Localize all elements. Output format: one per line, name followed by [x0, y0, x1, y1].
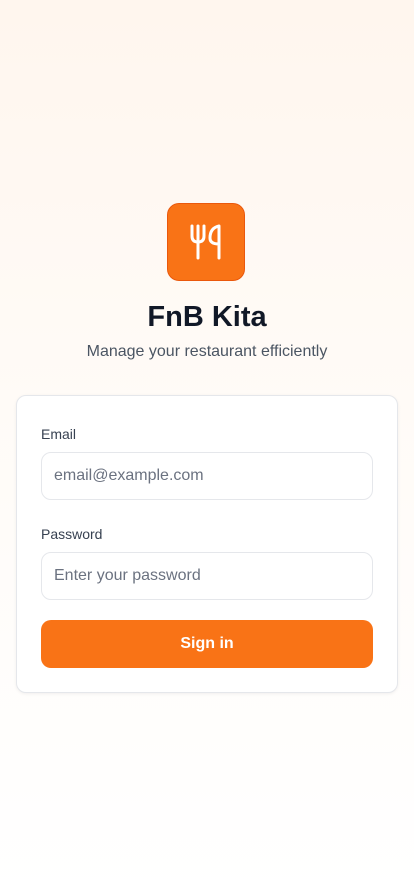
password-label: Password — [41, 526, 103, 542]
email-label: Email — [41, 426, 77, 442]
sign-in-button[interactable]: Sign in — [41, 620, 373, 668]
email-field[interactable] — [41, 452, 373, 500]
app-subtitle: Manage your restaurant efficiently — [86, 343, 328, 360]
password-field[interactable] — [41, 552, 373, 600]
utensils-icon — [188, 222, 224, 262]
app-title: FnB Kita — [147, 301, 267, 333]
login-card: Email Password Sign in — [16, 395, 398, 693]
app-logo — [167, 203, 245, 281]
